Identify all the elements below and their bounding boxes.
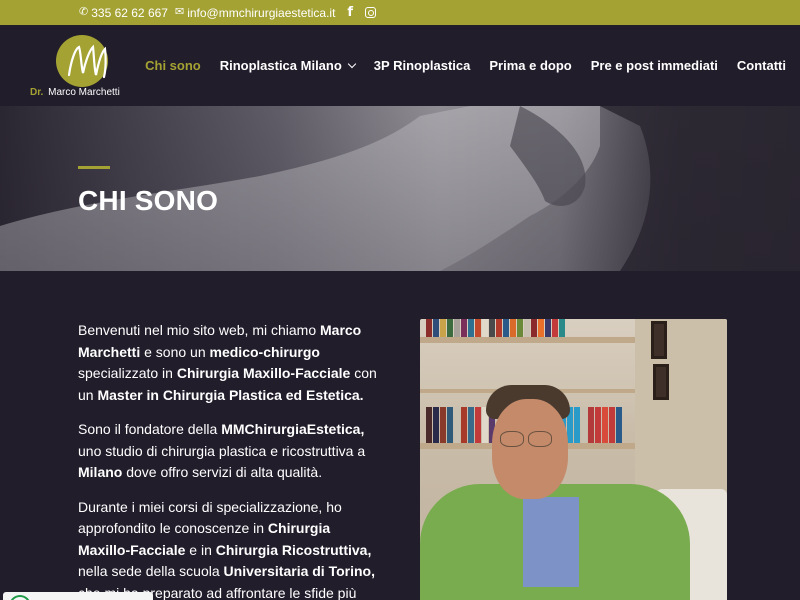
text-bold: Chirurgia Maxillo-Facciale — [176, 365, 351, 381]
hero-banner: CHI SONO — [0, 106, 800, 271]
logo-name: Marco Marchetti — [48, 87, 120, 98]
logo-monogram-icon — [67, 44, 107, 79]
social-links: f — [347, 5, 377, 20]
intro-text: Benvenuti nel mio sito web, mi chiamo Ma… — [78, 320, 383, 600]
text-bold: Chirurgia Ricostruttiva, — [215, 541, 372, 558]
text-bold: medico-chirurgo — [209, 343, 320, 360]
text-bold: Universitaria di Torino, — [223, 563, 375, 579]
main-nav: Chi sono Rinoplastica Milano 3P Rinoplas… — [145, 25, 786, 106]
nav-item-prima-e-dopo[interactable]: Prima e dopo — [489, 58, 571, 73]
nav-label: Chi sono — [145, 58, 201, 73]
phone-icon: ✆ — [79, 6, 89, 18]
text-run: specializzato in — [78, 365, 177, 381]
title-accent-line — [78, 166, 110, 169]
text-run: dove offro servizi di alta qualità. — [122, 464, 323, 480]
text-bold: MMChirurgiaEstetica, — [221, 421, 365, 437]
text-bold: Milano — [78, 464, 123, 480]
bookshelf-books — [426, 407, 495, 443]
text-bold: Master in Chirurgia Plastica ed Estetica… — [97, 386, 364, 403]
logo-prefix: Dr. — [30, 87, 44, 98]
nav-item-chi-sono[interactable]: Chi sono — [145, 58, 201, 73]
envelope-icon: ✉ — [174, 6, 185, 18]
doctor-portrait-photo — [420, 319, 727, 600]
instagram-icon[interactable] — [365, 7, 377, 18]
nav-label: Prima e dopo — [489, 58, 572, 73]
bookshelf-books — [426, 319, 565, 337]
person-shirt — [523, 497, 579, 587]
nav-label: Pre e post immediati — [590, 58, 718, 73]
logo-text: Dr. Marco Marchetti — [30, 87, 120, 98]
site-logo[interactable]: Dr. Marco Marchetti — [30, 35, 140, 99]
text-run: e sono un — [140, 343, 210, 360]
nav-item-contatti[interactable]: Contatti — [737, 58, 786, 73]
text-run: nella sede della scuola — [78, 563, 224, 579]
nav-item-rinoplastica-milano[interactable]: Rinoplastica Milano — [219, 58, 357, 73]
glasses-lens — [500, 431, 524, 447]
text-run: uno studio di chirurgia plastica e ricos… — [78, 442, 366, 459]
phone-link[interactable]: ✆ 335 62 62 667 — [79, 6, 168, 20]
wall-frame — [653, 364, 669, 400]
nav-label: 3P Rinoplastica — [373, 58, 471, 73]
wall-frame — [651, 321, 667, 359]
intro-paragraph-3: Durante i miei corsi di specializzazione… — [78, 497, 383, 600]
intro-paragraph-1: Benvenuti nel mio sito web, mi chiamo Ma… — [78, 320, 383, 406]
email-link[interactable]: ✉ info@mmchirurgiaestetica.it — [175, 6, 335, 20]
shelf — [420, 337, 635, 343]
nav-label: Contatti — [736, 58, 786, 73]
nav-item-pre-e-post[interactable]: Pre e post immediati — [591, 58, 718, 73]
intro-paragraph-2: Sono il fondatore della MMChirurgiaEstet… — [78, 419, 383, 484]
text-run: Sono il fondatore della — [78, 421, 222, 437]
text-run: e in — [185, 541, 216, 558]
text-run: Benvenuti nel mio sito web, mi chiamo — [78, 322, 320, 338]
page-title: CHI SONO — [78, 185, 219, 216]
person-face — [492, 399, 568, 499]
site-header: Dr. Marco Marchetti Chi sono Rinoplastic… — [0, 25, 800, 106]
nav-label: Rinoplastica Milano — [219, 58, 342, 73]
nav-item-3p-rinoplastica[interactable]: 3P Rinoplastica — [374, 58, 471, 73]
chevron-down-icon — [347, 59, 357, 68]
phone-number: 335 62 62 667 — [91, 5, 168, 20]
top-contact-bar: ✆ 335 62 62 667 ✉ info@mmchirurgiaesteti… — [0, 0, 800, 25]
facebook-icon[interactable]: f — [347, 5, 353, 20]
email-address: info@mmchirurgiaestetica.it — [187, 5, 336, 20]
glasses-lens — [528, 431, 552, 447]
